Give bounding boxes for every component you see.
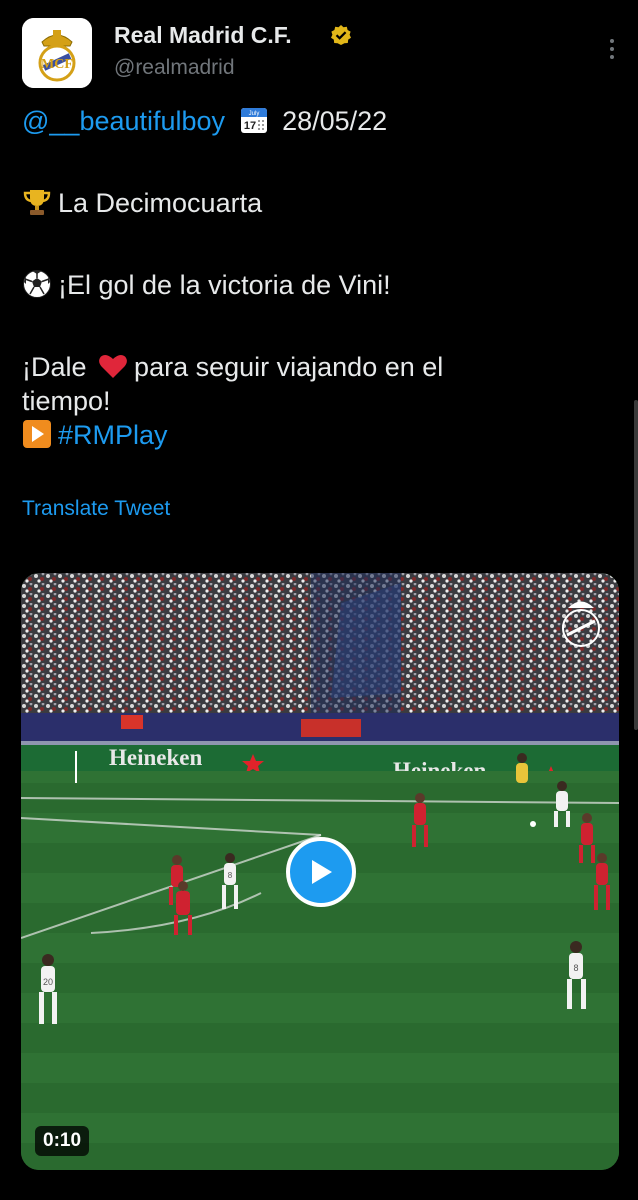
tweet-line-3: ¡El gol de la victoria de Vini!	[58, 270, 391, 300]
author-avatar[interactable]: MCF	[22, 18, 92, 88]
play-button-icon	[23, 420, 51, 448]
scrollbar[interactable]	[634, 400, 638, 730]
more-options-icon[interactable]	[602, 34, 622, 64]
player-number-20: 20	[43, 977, 53, 987]
heart-icon	[99, 354, 127, 378]
hashtag-link[interactable]: #RMPlay	[58, 420, 168, 450]
author-handle[interactable]: @realmadrid	[114, 56, 235, 80]
calendar-month: July	[248, 111, 259, 117]
ad-board-1: Heineken	[109, 745, 202, 770]
tweet-line-2: La Decimocuarta	[58, 188, 263, 218]
tweet-header: MCF Real Madrid C.F. @realmadrid	[22, 18, 622, 90]
play-button[interactable]	[286, 837, 356, 907]
verified-badge-icon	[331, 25, 351, 45]
tweet-line-5: tiempo!	[22, 386, 111, 416]
tweet-line-4b: para seguir viajando en el	[134, 352, 444, 382]
real-madrid-crest-icon: MCF	[22, 18, 92, 88]
tweet-video[interactable]: Heineken Heineken 20 8 8 0:10	[21, 573, 619, 1170]
tweet-line-4a: ¡Dale	[22, 352, 87, 382]
calendar-icon: July 17	[240, 108, 267, 133]
svg-text:MCF: MCF	[41, 57, 73, 72]
calendar-day: 17	[243, 120, 255, 132]
play-icon	[312, 860, 332, 884]
translate-tweet-link[interactable]: Translate Tweet	[22, 497, 170, 521]
tweet-text: @__beautifulboy July 17 28/05/22 La Deci…	[22, 104, 622, 452]
soccer-ball-icon	[23, 270, 51, 298]
player-number-8b: 8	[228, 871, 233, 880]
trophy-icon	[23, 190, 51, 215]
video-duration: 0:10	[35, 1126, 90, 1156]
author-name[interactable]: Real Madrid C.F.	[114, 22, 292, 49]
tweet-date: 28/05/22	[282, 106, 388, 136]
player-number-8: 8	[573, 963, 578, 973]
mention-link[interactable]: @__beautifulboy	[22, 106, 225, 136]
